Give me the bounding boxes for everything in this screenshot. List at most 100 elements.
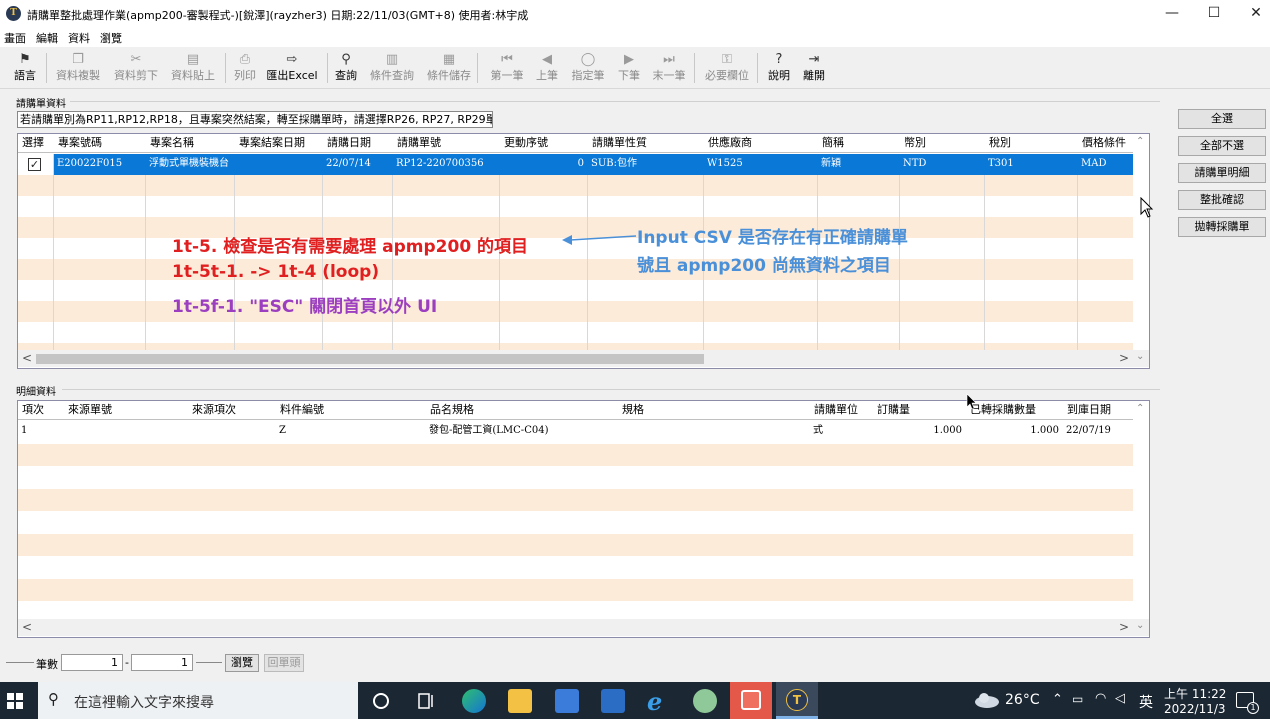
column-header[interactable]: 規格 <box>618 401 810 419</box>
maximize-button[interactable]: ☐ <box>1192 0 1236 27</box>
grid-header: 選擇 專案號碼 專案名稱 專案結案日期 請購日期 請購單號 更動序號 請購單性質 供應廠商 簡稱幣… <box>18 134 1149 153</box>
column-header[interactable]: 品名規格 <box>426 401 618 419</box>
scroll-right-icon[interactable]: > <box>1119 620 1129 634</box>
column-header[interactable]: 到庫日期 <box>1063 401 1133 419</box>
column-header[interactable]: 請購單號 <box>393 134 500 152</box>
wifi-icon[interactable]: ◠ <box>1095 691 1106 706</box>
table-row[interactable]: E20022F015 浮動式單機裝機台 22/07/14 RP12-220700356… <box>18 154 1133 175</box>
store-icon[interactable] <box>555 689 579 713</box>
record-from-field[interactable]: 1 <box>61 654 123 671</box>
toolbar-exit-door-button[interactable]: ⇥ 離開 <box>797 51 831 87</box>
toolbar-last-button[interactable]: ⏭ 末一筆 <box>646 51 692 87</box>
table-row[interactable]: 1 Z 發包-配管工資(LMC-C04) 式 1.000 1.000 22/07/19 <box>18 421 1133 444</box>
close-button[interactable]: ✕ <box>1234 0 1270 27</box>
tray-chevron-icon[interactable]: ⌃ <box>1052 692 1063 707</box>
input-language[interactable]: 英 <box>1139 692 1153 712</box>
task-view-icon[interactable] <box>417 692 437 710</box>
scroll-up-icon[interactable]: ⌃ <box>1136 403 1144 414</box>
windows-start-icon[interactable] <box>7 693 23 709</box>
ie-browser-icon[interactable]: e <box>647 687 662 716</box>
app-icon: T <box>6 6 21 21</box>
record-to-field[interactable]: 1 <box>131 654 193 671</box>
toolbar-prev-button[interactable]: ◀ 上筆 <box>530 51 564 87</box>
toolbar-flag-button[interactable]: ⚑ 語言 <box>8 51 42 87</box>
toolbar-binoculars-button[interactable]: ⚲ 查詢 <box>329 51 363 87</box>
toolbar-first-button[interactable]: ⏮ 第一筆 <box>484 51 530 87</box>
toolbar-goto-bubble-button[interactable]: ◯ 指定筆 <box>565 51 611 87</box>
select-checkbox[interactable]: ✓ <box>28 158 41 171</box>
toolbar-cut-button[interactable]: ✂ 資料剪下 <box>108 51 164 87</box>
column-header[interactable]: 來源項次 <box>188 401 276 419</box>
menu-view[interactable]: 畫面 <box>4 30 26 46</box>
column-header[interactable]: 項次 <box>18 401 64 419</box>
weather-temp[interactable]: 26°C <box>1005 692 1040 708</box>
batch-confirm-button[interactable]: 整批確認 <box>1178 190 1266 210</box>
clock-time[interactable]: 上午 11:22 <box>1164 685 1226 702</box>
scroll-thumb[interactable] <box>36 354 704 364</box>
toolbar-print-button[interactable]: ⎙ 列印 <box>228 51 262 87</box>
task-view-circle-icon[interactable] <box>372 692 390 710</box>
toolbar-paste-button[interactable]: ▤ 資料貼上 <box>165 51 221 87</box>
scroll-left-icon[interactable]: < <box>22 351 32 365</box>
column-header[interactable]: 請購日期 <box>323 134 393 152</box>
request-detail-button[interactable]: 請購單明細 <box>1178 163 1266 183</box>
horizontal-scrollbar[interactable]: < > ⌄ <box>18 619 1149 636</box>
toolbar-copy-button[interactable]: ❐ 資料複製 <box>50 51 106 87</box>
minimize-button[interactable]: — <box>1150 0 1194 27</box>
edge-browser-icon[interactable] <box>462 689 486 713</box>
grid-header: 項次 來源單號 來源項次 料件編號 品名規格 規格 請購單位 訂購量 已轉採購數量 到庫日期 <box>18 401 1149 420</box>
toolbar-save-doc-button[interactable]: ▦ 條件儲存 <box>421 51 477 87</box>
column-header[interactable]: 更動序號 <box>500 134 588 152</box>
scroll-down-icon[interactable]: ⌄ <box>1136 351 1144 362</box>
column-header[interactable]: 請購單位 <box>810 401 873 419</box>
grid-column-line <box>53 154 54 364</box>
battery-icon[interactable]: ▭ <box>1072 692 1083 706</box>
toolbar-query-doc-button[interactable]: ▥ 條件查詢 <box>364 51 420 87</box>
transfer-po-button[interactable]: 拋轉採購單 <box>1178 217 1266 237</box>
remote-app-taskbar-item[interactable] <box>730 682 772 719</box>
menu-edit[interactable]: 編輯 <box>36 30 58 46</box>
vertical-scrollbar[interactable]: ⌃ <box>1133 401 1149 619</box>
scroll-down-icon[interactable]: ⌄ <box>1136 620 1144 631</box>
erp-app-taskbar-item[interactable]: T <box>776 682 818 719</box>
toolbar-export-excel-button[interactable]: ⇨ 匯出Excel <box>263 51 321 87</box>
column-header[interactable]: 簡稱 <box>818 134 900 152</box>
mail-icon[interactable] <box>601 689 625 713</box>
column-header[interactable]: 價格條件 <box>1078 134 1133 152</box>
column-header[interactable]: 來源單號 <box>64 401 188 419</box>
column-header[interactable]: 專案名稱 <box>146 134 235 152</box>
column-header[interactable]: 幣別 <box>900 134 985 152</box>
browse-button[interactable]: 瀏覽 <box>225 654 259 672</box>
column-header[interactable]: 料件編號 <box>276 401 426 419</box>
column-header[interactable]: 專案號碼 <box>54 134 146 152</box>
file-explorer-icon[interactable] <box>508 689 532 713</box>
column-header[interactable]: 請購單性質 <box>588 134 704 152</box>
chat-app-icon[interactable] <box>693 689 717 713</box>
column-header[interactable]: 稅別 <box>985 134 1078 152</box>
toolbar-next-button[interactable]: ▶ 下筆 <box>612 51 646 87</box>
column-header[interactable]: 專案結案日期 <box>235 134 323 152</box>
menu-data[interactable]: 資料 <box>68 30 90 46</box>
column-header[interactable]: 選擇 <box>18 134 54 152</box>
grid-column-line <box>234 154 235 364</box>
grid-row-band <box>18 322 1133 343</box>
deselect-all-button[interactable]: 全部不選 <box>1178 136 1266 156</box>
taskbar-search-box[interactable]: ⚲ 在這裡輸入文字來搜尋 <box>38 682 358 719</box>
scroll-up-icon[interactable]: ⌃ <box>1136 136 1144 147</box>
column-header[interactable]: 訂購量 <box>873 401 966 419</box>
clock-date[interactable]: 2022/11/3 <box>1164 702 1226 716</box>
volume-icon[interactable]: ◁ <box>1115 691 1125 706</box>
horizontal-scrollbar[interactable]: < > ⌄ <box>18 350 1149 367</box>
toolbar-key-button[interactable]: ⚿ 必要欄位 <box>699 51 755 87</box>
toolbar-help-button[interactable]: ? 說明 <box>763 51 795 87</box>
vertical-scrollbar[interactable]: ⌃ <box>1133 134 1149 350</box>
column-header[interactable]: 已轉採購數量 <box>966 401 1063 419</box>
back-to-header-button[interactable]: 回單頭 <box>264 654 304 672</box>
scroll-left-icon[interactable]: < <box>22 620 32 634</box>
select-all-button[interactable]: 全選 <box>1178 109 1266 129</box>
scroll-right-icon[interactable]: > <box>1119 351 1129 365</box>
detail-grid[interactable]: 項次 來源單號 來源項次 料件編號 品名規格 規格 請購單位 訂購量 已轉採購數量 到庫日期 1 Z 發… <box>17 400 1150 638</box>
grid-column-line <box>145 154 146 364</box>
menu-browse[interactable]: 瀏覽 <box>100 30 122 46</box>
column-header[interactable]: 供應廠商 <box>704 134 818 152</box>
